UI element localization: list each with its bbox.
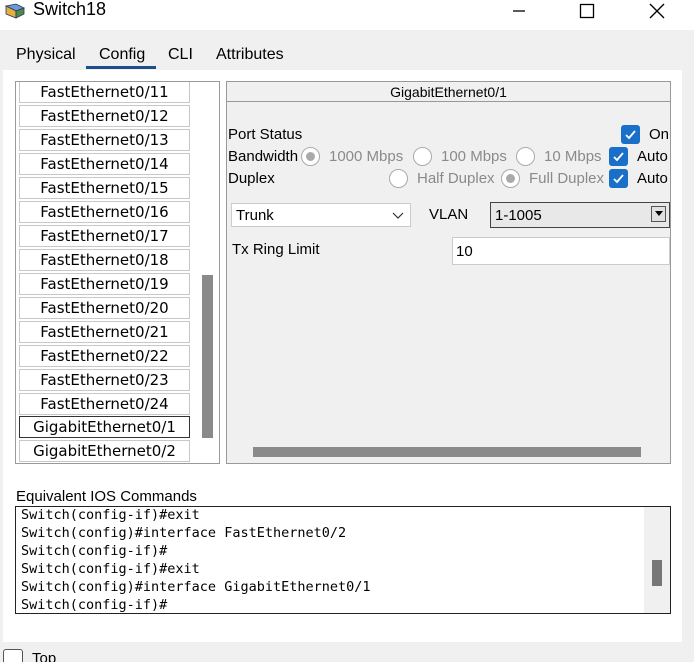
checkmark-icon xyxy=(613,174,624,184)
ios-line: Switch(config-if)# xyxy=(21,597,168,613)
port-mode-dropdown[interactable]: Trunk xyxy=(231,203,411,227)
checkmark-icon xyxy=(625,130,636,140)
interface-list: FastEthernet0/11 FastEthernet0/12 FastEt… xyxy=(15,81,220,464)
interface-item[interactable]: FastEthernet0/22 xyxy=(19,345,190,367)
tab-attributes[interactable]: Attributes xyxy=(216,46,284,64)
interface-item[interactable]: FastEthernet0/14 xyxy=(19,153,190,175)
port-status-on-label: On xyxy=(649,126,670,143)
bandwidth-1000-radio[interactable] xyxy=(301,147,320,166)
close-icon xyxy=(649,3,665,19)
interface-item[interactable]: GigabitEthernet0/2 xyxy=(19,440,190,462)
tab-config[interactable]: Config xyxy=(99,46,145,64)
interface-item[interactable]: FastEthernet0/24 xyxy=(19,393,190,415)
title-bar: Switch18 xyxy=(0,0,694,30)
ios-scrollbar[interactable] xyxy=(644,507,670,613)
interface-item[interactable]: FastEthernet0/18 xyxy=(19,249,190,271)
interface-item[interactable]: FastEthernet0/19 xyxy=(19,273,190,295)
panel-title: GigabitEthernet0/1 xyxy=(227,82,670,102)
duplex-auto-checkbox[interactable] xyxy=(609,169,628,188)
bandwidth-10-label: 10 Mbps xyxy=(544,148,602,165)
interface-item[interactable]: FastEthernet0/13 xyxy=(19,129,190,151)
window-title: Switch18 xyxy=(33,0,107,19)
interface-config-panel: GigabitEthernet0/1 Port Status On Bandwi… xyxy=(226,81,671,464)
bandwidth-auto-label: Auto xyxy=(637,148,668,165)
full-duplex-label: Full Duplex xyxy=(529,170,605,187)
duplex-label: Duplex xyxy=(228,170,275,187)
bandwidth-10-radio[interactable] xyxy=(516,147,535,166)
maximize-button[interactable] xyxy=(564,0,610,22)
ios-line: Switch(config-if)# xyxy=(21,543,168,559)
bandwidth-100-radio[interactable] xyxy=(413,147,432,166)
tx-ring-limit-label: Tx Ring Limit xyxy=(232,241,320,258)
tx-ring-limit-value: 10 xyxy=(456,243,473,260)
ios-commands-box: Switch(config-if)#exit Switch(config)#in… xyxy=(15,506,671,614)
minimize-button[interactable] xyxy=(496,0,542,22)
app-window: Switch18 Physical Config CLI Attributes … xyxy=(0,0,694,662)
interface-item[interactable]: FastEthernet0/21 xyxy=(19,321,190,343)
half-duplex-radio[interactable] xyxy=(389,169,408,188)
vlan-select[interactable]: 1-1005 xyxy=(490,202,670,228)
ios-line: Switch(config)#interface GigabitEthernet… xyxy=(21,579,371,595)
interface-item-selected[interactable]: GigabitEthernet0/1 xyxy=(19,416,190,438)
port-status-checkbox[interactable] xyxy=(621,125,640,144)
interface-list-scrollbar[interactable] xyxy=(202,275,213,438)
ios-line: Switch(config-if)#exit xyxy=(21,561,200,577)
chevron-down-icon xyxy=(392,212,404,219)
bandwidth-1000-label: 1000 Mbps xyxy=(329,148,404,165)
full-duplex-radio[interactable] xyxy=(501,169,520,188)
checkmark-icon xyxy=(613,152,624,162)
panel-horizontal-scrollbar[interactable] xyxy=(253,447,641,457)
maximize-icon xyxy=(579,3,595,19)
active-tab-indicator xyxy=(86,66,156,69)
switch-app-icon xyxy=(4,3,25,19)
top-checkbox[interactable] xyxy=(3,649,23,662)
interface-item[interactable]: FastEthernet0/16 xyxy=(19,201,190,223)
port-mode-value: Trunk xyxy=(236,207,274,224)
half-duplex-label: Half Duplex xyxy=(417,170,495,187)
interface-item[interactable]: FastEthernet0/11 xyxy=(19,82,190,103)
tab-cli[interactable]: CLI xyxy=(168,46,193,64)
top-label: Top xyxy=(32,650,57,662)
tab-bar: Physical Config CLI Attributes xyxy=(0,40,694,70)
interface-item[interactable]: FastEthernet0/17 xyxy=(19,225,190,247)
interface-item[interactable]: FastEthernet0/15 xyxy=(19,177,190,199)
ios-line: Switch(config)#interface FastEthernet0/2 xyxy=(21,525,347,541)
bandwidth-100-label: 100 Mbps xyxy=(441,148,507,165)
interface-item[interactable]: FastEthernet0/12 xyxy=(19,105,190,127)
tab-physical[interactable]: Physical xyxy=(16,46,76,64)
tx-ring-limit-input[interactable]: 10 xyxy=(452,237,670,265)
bandwidth-auto-checkbox[interactable] xyxy=(609,147,628,166)
port-status-label: Port Status xyxy=(228,126,303,143)
ios-line: Switch(config-if)#exit xyxy=(21,507,200,523)
bandwidth-label: Bandwidth xyxy=(228,148,299,165)
duplex-auto-label: Auto xyxy=(637,170,668,187)
interface-item[interactable]: FastEthernet0/20 xyxy=(19,297,190,319)
dropdown-arrow-icon xyxy=(654,211,663,216)
ios-commands-label: Equivalent IOS Commands xyxy=(16,488,197,505)
vlan-value: 1-1005 xyxy=(495,207,542,224)
minimize-icon xyxy=(513,10,525,12)
close-button[interactable] xyxy=(634,0,680,22)
vlan-dropdown-button[interactable] xyxy=(651,206,666,222)
ios-scroll-thumb[interactable] xyxy=(652,560,662,586)
vlan-label: VLAN xyxy=(429,206,469,223)
interface-item[interactable]: FastEthernet0/23 xyxy=(19,369,190,391)
